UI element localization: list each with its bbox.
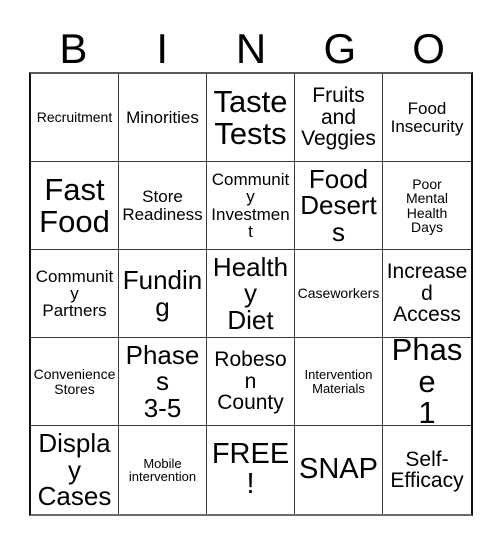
bingo-cell-r1-c3[interactable]: Taste Tests — [207, 74, 295, 162]
bingo-cell-r1-c4[interactable]: Fruits and Veggies — [295, 74, 383, 162]
bingo-cell-r4-c4[interactable]: Intervention Materials — [295, 338, 383, 426]
bingo-cell-r2-c2[interactable]: Store Readiness — [119, 162, 207, 250]
bingo-cell-r3-c5[interactable]: Increased Access — [383, 250, 471, 338]
bingo-cell-label: Fast Food — [39, 171, 110, 239]
bingo-cell-label: Robeson County — [214, 348, 287, 415]
bingo-cell-label: Community Investment — [211, 169, 290, 241]
bingo-cell-label: Recruitment — [36, 109, 113, 126]
bingo-cell-label: Mobile intervention — [128, 455, 197, 484]
bingo-cell-r2-c3[interactable]: Community Investment — [207, 162, 295, 250]
bingo-cell-r5-c1[interactable]: Display Cases — [31, 426, 119, 514]
bingo-cell-r2-c4[interactable]: Food Deserts — [295, 162, 383, 250]
bingo-cell-r3-c2[interactable]: Funding — [119, 250, 207, 338]
bingo-grid: Recruitment Minorities Taste Tests Fruits a… — [29, 72, 473, 516]
bingo-cell-label: Display Cases — [37, 428, 112, 512]
bingo-cell-r5-c2[interactable]: Mobile intervention — [119, 426, 207, 514]
header-letter-b: B — [59, 25, 88, 72]
bingo-header: B I N G O — [29, 18, 473, 72]
bingo-cell-r4-c1[interactable]: Convenience Stores — [31, 338, 119, 426]
bingo-cell-label: Minorities — [126, 107, 199, 127]
bingo-cell-label: Increased Access — [386, 260, 468, 327]
bingo-cell-r5-c4[interactable]: SNAP — [295, 426, 383, 514]
bingo-cell-r1-c5[interactable]: Food Insecurity — [383, 74, 471, 162]
bingo-cell-r3-c4[interactable]: Caseworkers — [295, 250, 383, 338]
bingo-card: B I N G O Recruitment Minorities Taste Tes… — [0, 0, 500, 544]
bingo-cell-r2-c1[interactable]: Fast Food — [31, 162, 119, 250]
bingo-cell-label: Poor Mental Health Days — [405, 175, 449, 235]
bingo-cell-label: Phase 1 — [391, 338, 463, 426]
bingo-cell-label: Food Insecurity — [390, 99, 464, 136]
bingo-cell-label: FREE! — [211, 438, 290, 500]
bingo-cell-label: Food Deserts — [300, 163, 377, 247]
bingo-cell-label: Intervention Materials — [304, 367, 373, 396]
bingo-cell-r4-c2[interactable]: Phases 3-5 — [119, 338, 207, 426]
bingo-cell-label: Taste Tests — [213, 83, 288, 151]
bingo-cell-r1-c2[interactable]: Minorities — [119, 74, 207, 162]
bingo-cell-label: Healthy Diet — [212, 251, 289, 335]
bingo-cell-r5-c3[interactable]: FREE! — [207, 426, 295, 514]
bingo-cell-label: Phases 3-5 — [125, 339, 200, 423]
bingo-cell-r4-c5[interactable]: Phase 1 — [383, 338, 471, 426]
header-letter-n: N — [235, 25, 267, 72]
header-letter-o: O — [412, 25, 445, 72]
bingo-cell-label: Store Readiness — [122, 187, 203, 224]
bingo-cell-r3-c1[interactable]: Community Partners — [31, 250, 119, 338]
bingo-cell-r3-c3[interactable]: Healthy Diet — [207, 250, 295, 338]
bingo-cell-r2-c5[interactable]: Poor Mental Health Days — [383, 162, 471, 250]
bingo-cell-r1-c1[interactable]: Recruitment — [31, 74, 119, 162]
bingo-cell-label: Convenience Stores — [33, 366, 116, 397]
bingo-cell-label: Community Partners — [35, 266, 114, 321]
bingo-cell-r4-c3[interactable]: Robeson County — [207, 338, 295, 426]
bingo-cell-label: Fruits and Veggies — [301, 84, 376, 151]
bingo-cell-label: Self- Efficacy — [390, 447, 464, 492]
bingo-cell-r5-c5[interactable]: Self- Efficacy — [383, 426, 471, 514]
bingo-cell-label: Caseworkers — [297, 285, 380, 302]
bingo-cell-label: SNAP — [299, 453, 378, 486]
header-letter-g: G — [323, 25, 357, 72]
bingo-cell-label: Funding — [122, 264, 203, 322]
header-letter-i: I — [156, 25, 169, 72]
